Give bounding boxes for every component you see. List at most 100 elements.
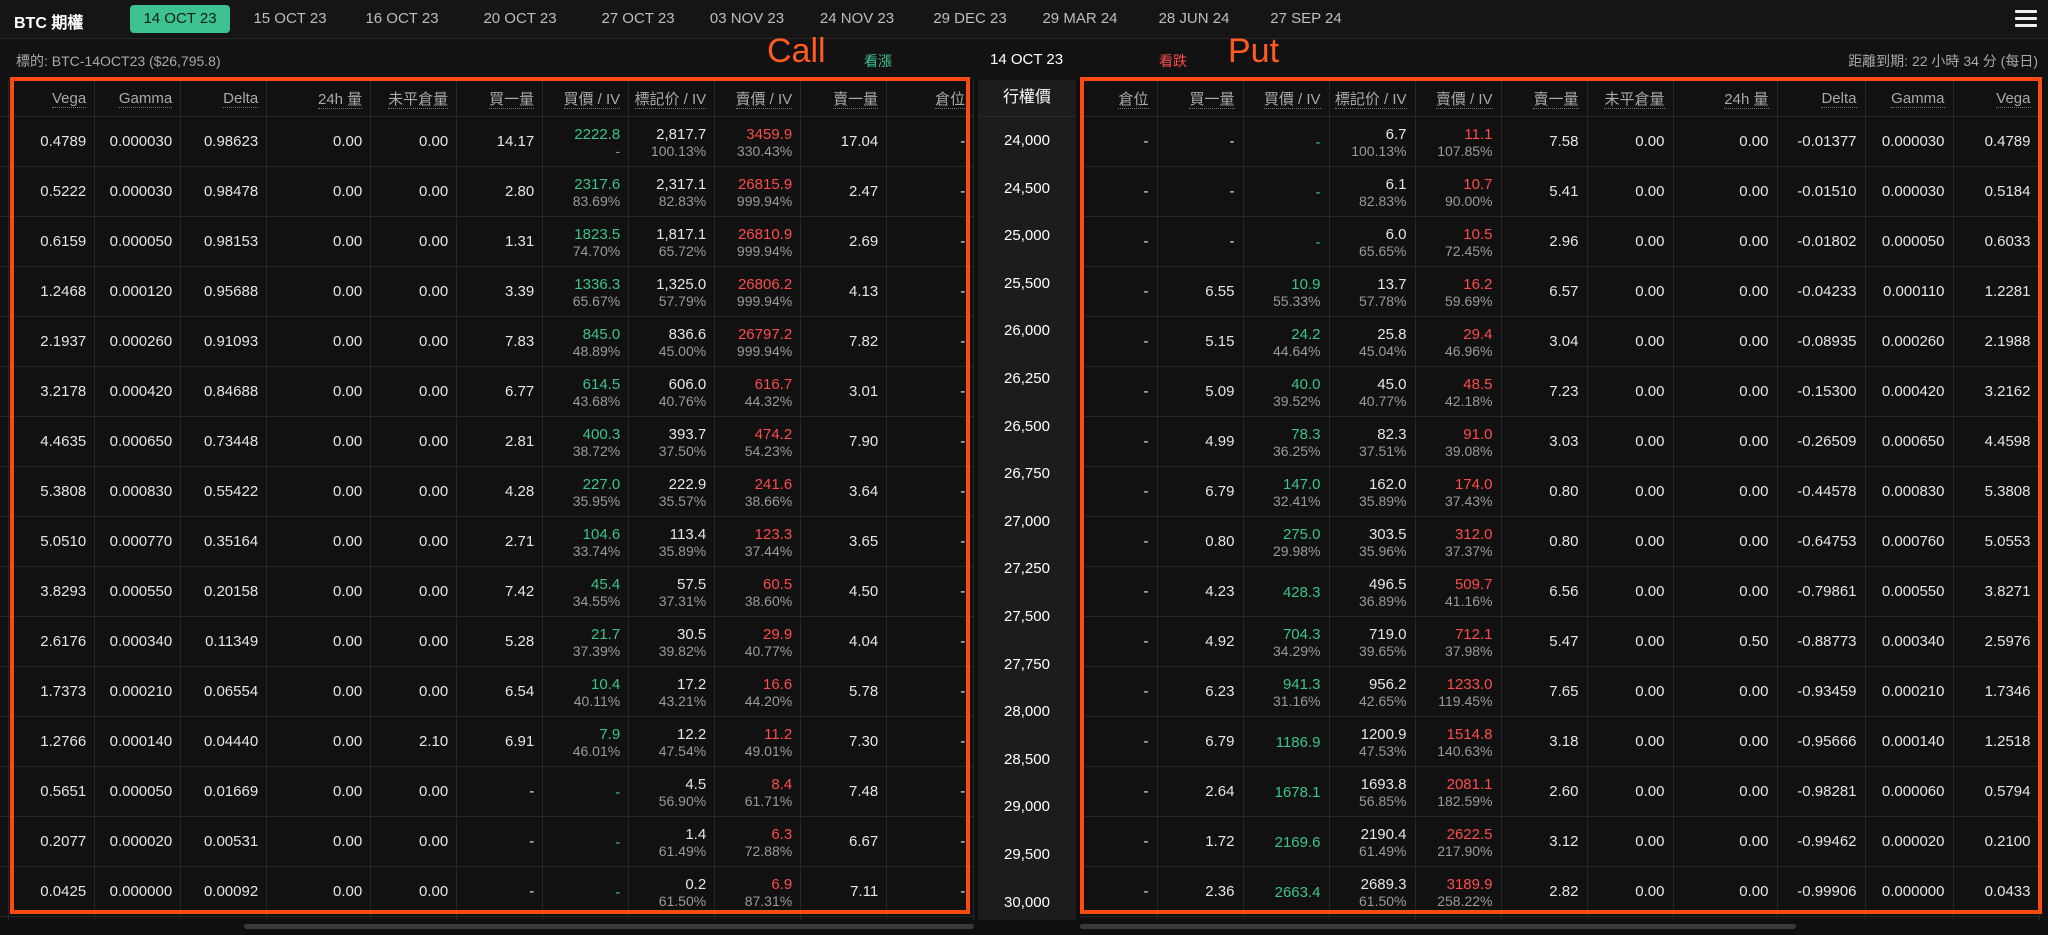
put-ask-size[interactable]: 6.56 <box>1501 566 1588 617</box>
call-bid-size[interactable]: 2.71 <box>456 516 544 567</box>
call-bid[interactable]: 104.6 33.74% <box>542 516 630 567</box>
call-bid[interactable]: - <box>542 866 630 917</box>
call-24h-volume[interactable]: 0.00 <box>266 166 372 217</box>
put-mark[interactable]: 719.0 39.65% <box>1329 616 1416 667</box>
call-delta[interactable]: 0.91093 <box>180 316 268 367</box>
call-ask[interactable]: 8.4 61.71% <box>714 766 802 817</box>
call-bid-size[interactable]: 7.42 <box>456 566 544 617</box>
put-mark[interactable]: 6.1 82.83% <box>1329 166 1416 217</box>
put-row[interactable]: -6.79 1186.9 1200.9 47.53% 1514.8 140.63% 3.18… <box>1080 716 2040 767</box>
put-bid-size[interactable]: - <box>1157 216 1244 267</box>
put-vega[interactable]: 0.4789 <box>1953 116 2040 167</box>
tab-15-oct-23[interactable]: 15 OCT 23 <box>248 5 332 33</box>
call-ask-size[interactable]: 2.47 <box>800 166 888 217</box>
call-vega[interactable]: 4.4635 <box>8 416 96 467</box>
put-row[interactable]: -2.64 1678.1 1693.8 56.85% 2081.1 182.59% 2.60… <box>1080 766 2040 817</box>
put-position[interactable]: - <box>1080 716 1158 767</box>
call-delta-edge[interactable]: 5 <box>0 666 10 717</box>
put-delta[interactable]: -0.01377 <box>1777 116 1866 167</box>
put-bid-size[interactable]: 4.99 <box>1157 416 1244 467</box>
put-vega[interactable]: 0.5184 <box>1953 166 2040 217</box>
call-mark[interactable]: 0.2 61.50% <box>628 866 716 917</box>
call-bid-size[interactable]: - <box>456 766 544 817</box>
call-ask[interactable]: 123.3 37.44% <box>714 516 802 567</box>
put-ask-size[interactable]: 3.12 <box>1501 816 1588 867</box>
call-ask-size[interactable]: 3.01 <box>800 366 888 417</box>
put-vega[interactable]: 0.2100 <box>1953 816 2040 867</box>
call-vega[interactable]: 5.3808 <box>8 466 96 517</box>
call-delta-edge[interactable]: 8 <box>0 616 10 667</box>
call-gamma[interactable]: 0.000050 <box>94 766 182 817</box>
put-ask-size[interactable]: 7.65 <box>1501 666 1588 717</box>
call-position[interactable]: - <box>886 516 975 567</box>
put-delta[interactable]: -0.93459 <box>1777 666 1866 717</box>
call-row[interactable]: 90.61590.0000500.981530.000.001.311823.5… <box>0 216 975 267</box>
put-gamma[interactable]: 0.000260 <box>1865 316 1954 367</box>
call-mark[interactable]: 1.4 61.49% <box>628 816 716 867</box>
put-bid[interactable]: - <box>1243 216 1330 267</box>
put-24h-volume[interactable]: 0.00 <box>1673 816 1778 867</box>
put-ask[interactable]: 10.5 72.45% <box>1415 216 1502 267</box>
put-vega[interactable]: 0.0433 <box>1953 866 2040 917</box>
put-bid-size[interactable]: - <box>1157 166 1244 217</box>
call-ask[interactable]: 474.2 54.23% <box>714 416 802 467</box>
put-ask[interactable]: 1514.8 140.63% <box>1415 716 1502 767</box>
call-vega[interactable]: 1.7373 <box>8 666 96 717</box>
put-ask-size[interactable]: 2.96 <box>1501 216 1588 267</box>
put-row[interactable]: -4.23 428.3 496.5 36.89% 509.7 41.16% 6.56 0.00… <box>1080 566 2040 617</box>
call-open-interest[interactable]: 0.00 <box>370 166 458 217</box>
call-row[interactable]: 30.00710.0000000.000130.000.00--0.062.08… <box>0 916 975 920</box>
call-position[interactable]: - <box>886 716 975 767</box>
call-open-interest[interactable]: 0.00 <box>370 366 458 417</box>
tab-16-oct-23[interactable]: 16 OCT 23 <box>360 5 444 33</box>
call-position[interactable]: - <box>886 816 975 867</box>
call-row[interactable]: 55.05100.0007700.351640.000.002.71104.63… <box>0 516 975 567</box>
put-vega[interactable]: 5.0553 <box>1953 516 2040 567</box>
put-row[interactable]: -4.99 78.3 36.25% 82.3 37.51% 91.0 39.08% 3.03 0… <box>1080 416 2040 467</box>
put-24h-volume[interactable]: 0.00 <box>1673 916 1778 920</box>
call-gamma[interactable]: 0.000020 <box>94 816 182 867</box>
call-open-interest[interactable]: 0.00 <box>370 516 458 567</box>
call-bid[interactable]: - <box>542 766 630 817</box>
put-bid[interactable]: 428.3 <box>1243 566 1330 617</box>
call-ask[interactable]: 616.7 44.32% <box>714 366 802 417</box>
call-mark[interactable]: 30.5 39.82% <box>628 616 716 667</box>
call-ask[interactable]: 26797.2 999.94% <box>714 316 802 367</box>
put-bid[interactable]: - <box>1243 166 1330 217</box>
call-bid-size[interactable]: 4.28 <box>456 466 544 517</box>
call-open-interest[interactable]: 0.00 <box>370 916 458 920</box>
call-position[interactable]: - <box>886 366 975 417</box>
put-24h-volume[interactable]: 0.00 <box>1673 116 1778 167</box>
call-ask[interactable]: 7.0100.45% <box>714 916 802 920</box>
call-24h-volume[interactable]: 0.00 <box>266 916 372 920</box>
tab-27-sep-24[interactable]: 27 SEP 24 <box>1258 5 1354 33</box>
put-delta[interactable]: -0.15300 <box>1777 366 1866 417</box>
call-delta[interactable]: 0.98153 <box>180 216 268 267</box>
put-mark[interactable]: 82.3 37.51% <box>1329 416 1416 467</box>
put-bid-size[interactable]: 6.23 <box>1157 666 1244 717</box>
put-24h-volume[interactable]: 0.00 <box>1673 266 1778 317</box>
call-delta[interactable]: 0.00531 <box>180 816 268 867</box>
call-gamma[interactable]: 0.000260 <box>94 316 182 367</box>
call-open-interest[interactable]: 0.00 <box>370 316 458 367</box>
put-ask-size[interactable]: 5.47 <box>1501 616 1588 667</box>
call-position[interactable]: - <box>886 466 975 517</box>
call-bid[interactable]: 400.3 38.72% <box>542 416 630 467</box>
put-ask[interactable]: 3875.1324.33% <box>1415 916 1502 920</box>
call-position[interactable]: - <box>886 216 975 267</box>
put-mark[interactable]: 162.0 35.89% <box>1329 466 1416 517</box>
call-ask-size[interactable]: 7.11 <box>800 866 888 917</box>
put-position[interactable]: - <box>1080 616 1158 667</box>
put-row[interactable]: -14.792493.53189.162.08%3875.1324.33%10.… <box>1080 916 2040 920</box>
call-bid[interactable]: 1336.3 65.67% <box>542 266 630 317</box>
call-row[interactable]: 01.24680.0001200.956880.000.003.391336.3… <box>0 266 975 317</box>
tab-28-jun-24[interactable]: 28 JUN 24 <box>1146 5 1242 33</box>
put-24h-volume[interactable]: 0.50 <box>1673 616 1778 667</box>
put-open-interest[interactable]: 0.00 <box>1587 666 1674 717</box>
call-ask[interactable]: 3459.9 330.43% <box>714 116 802 167</box>
put-ask-size[interactable]: 0.80 <box>1501 516 1588 567</box>
put-bid-size[interactable]: 2.64 <box>1157 766 1244 817</box>
put-row[interactable]: -4.92 704.3 34.29% 719.0 39.65% 712.1 37.98% 5.… <box>1080 616 2040 667</box>
put-gamma[interactable]: 0.000030 <box>1865 166 1954 217</box>
tab-14-oct-23[interactable]: 14 OCT 23 <box>130 5 230 33</box>
